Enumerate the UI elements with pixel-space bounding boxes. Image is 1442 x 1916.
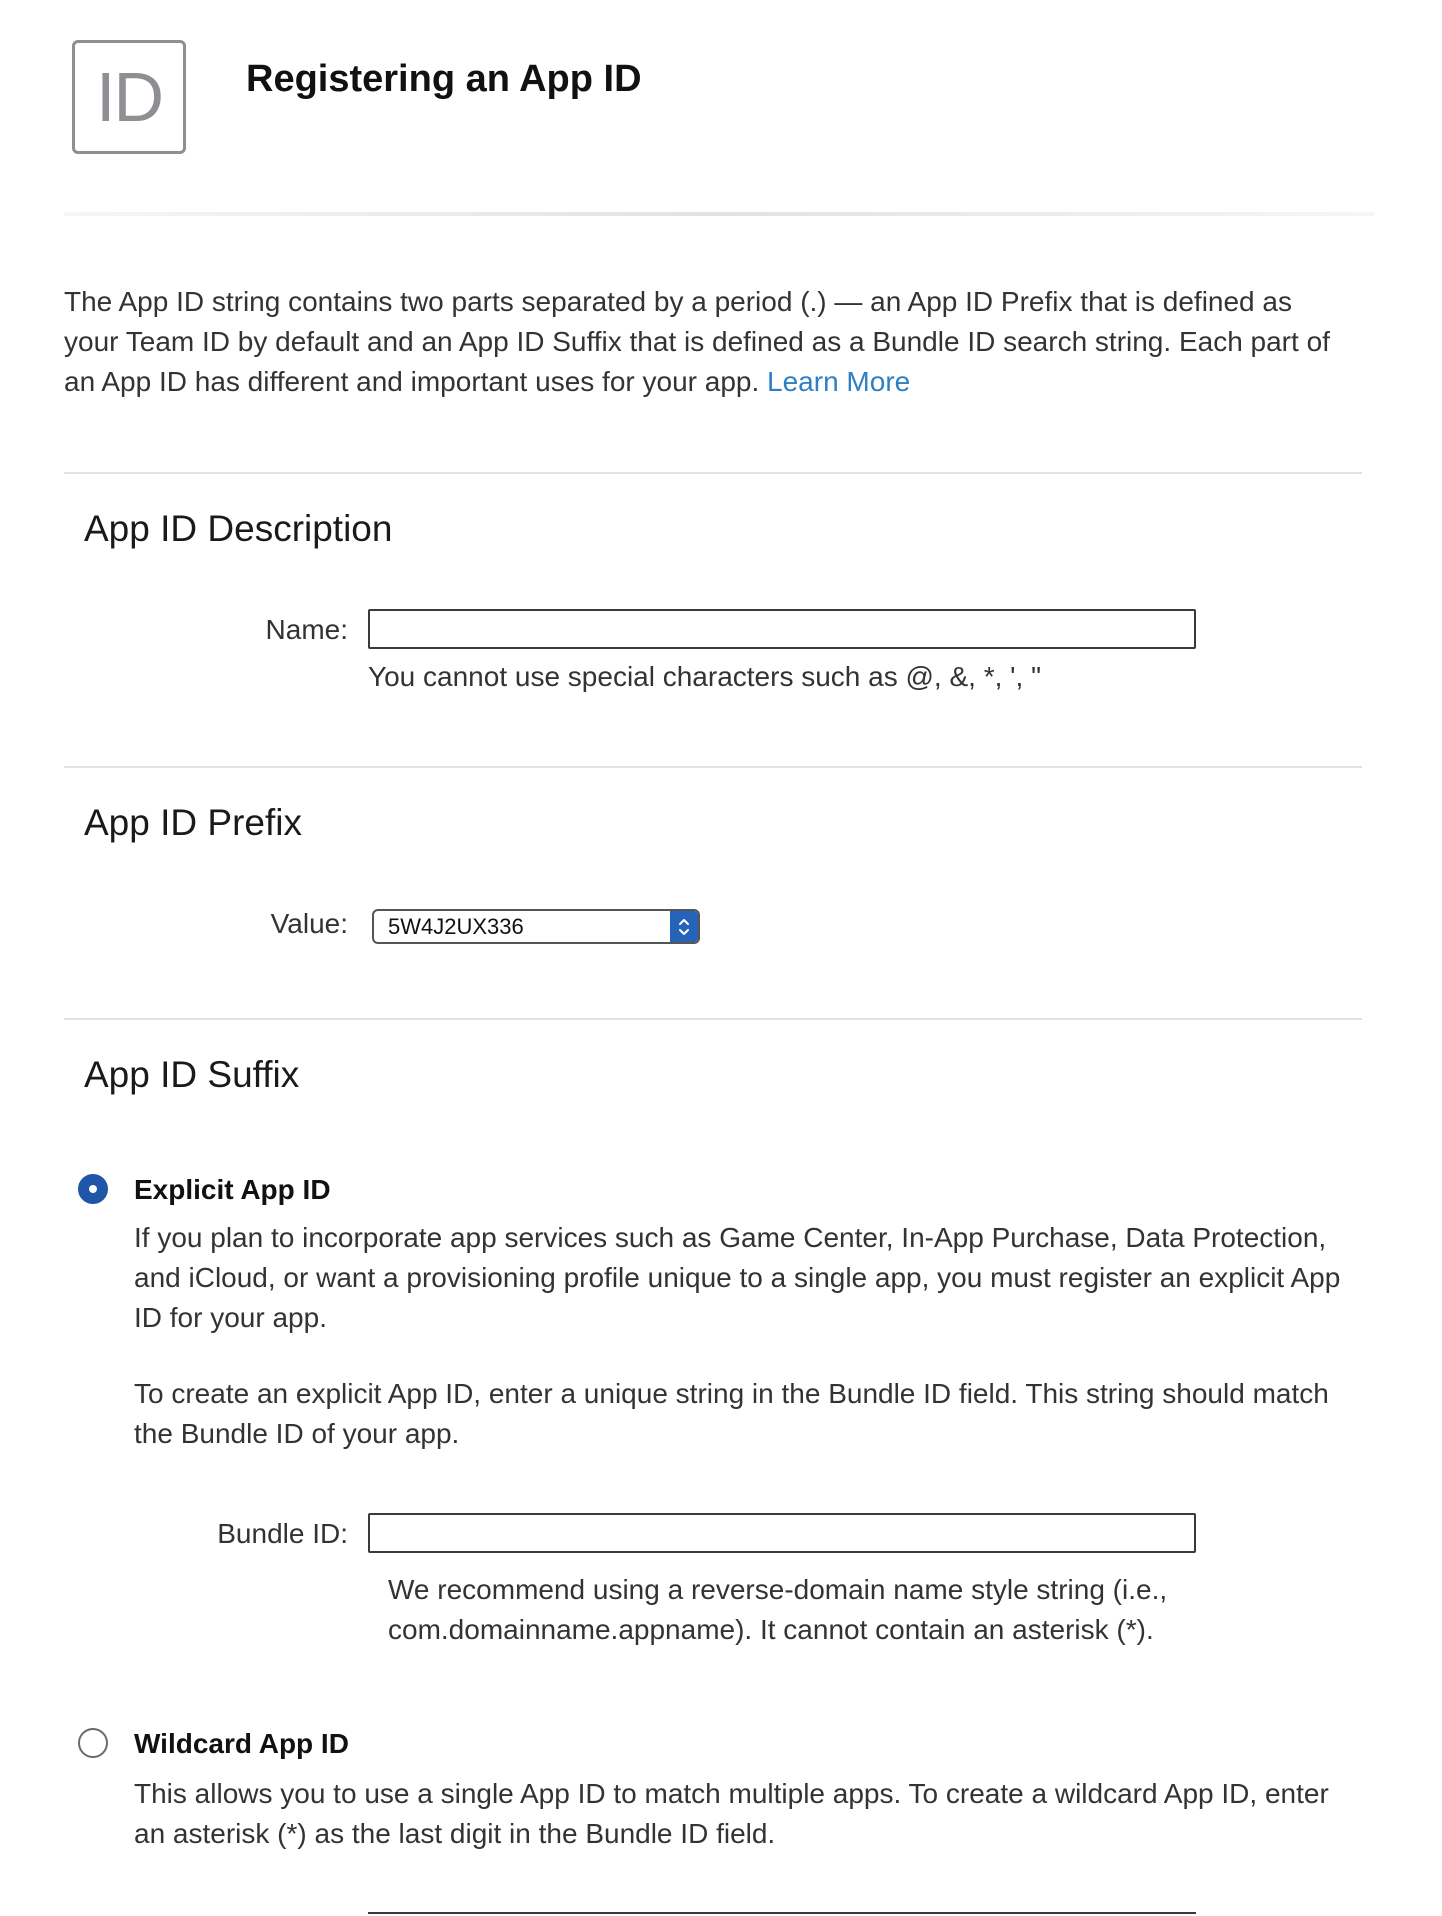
wildcard-app-id-radio[interactable] <box>78 1728 108 1758</box>
suffix-heading: App ID Suffix <box>84 1054 300 1095</box>
prefix-heading: App ID Prefix <box>84 802 302 843</box>
prefix-select-value: 5W4J2UX336 <box>388 913 524 939</box>
wildcard-bundle-id-input[interactable] <box>368 1912 1196 1916</box>
wildcard-app-id-description: This allows you to use a single App ID t… <box>134 1778 1329 1849</box>
explicit-app-id-instructions: To create an explicit App ID, enter a un… <box>134 1378 1329 1449</box>
prefix-select[interactable]: 5W4J2UX336 <box>372 909 700 944</box>
intro-paragraph: The App ID string contains two parts sep… <box>64 282 1354 402</box>
radio-dot <box>89 1185 97 1193</box>
name-hint: You cannot use special characters such a… <box>368 661 1042 692</box>
explicit-app-id-title: Explicit App ID <box>134 1174 331 1205</box>
name-label: Name: <box>265 614 348 645</box>
learn-more-link[interactable]: Learn More <box>767 366 910 397</box>
header-divider <box>64 212 1374 216</box>
bundle-id-hint: We recommend using a reverse-domain name… <box>388 1574 1168 1645</box>
description-heading: App ID Description <box>84 508 393 549</box>
section-divider <box>64 1018 1362 1020</box>
intro-text: The App ID string contains two parts sep… <box>64 286 1330 397</box>
wildcard-app-id-title: Wildcard App ID <box>134 1728 349 1759</box>
explicit-app-id-radio[interactable] <box>78 1174 108 1204</box>
id-logo-icon: ID <box>72 40 186 154</box>
page-title: Registering an App ID <box>246 58 642 100</box>
explicit-app-id-description: If you plan to incorporate app services … <box>134 1222 1341 1333</box>
value-label: Value: <box>270 908 348 939</box>
section-divider <box>64 472 1362 474</box>
bundle-id-label: Bundle ID: <box>217 1518 348 1549</box>
bundle-id-input[interactable] <box>368 1513 1196 1553</box>
name-input[interactable] <box>368 609 1196 649</box>
section-divider <box>64 766 1362 768</box>
chevron-up-down-icon <box>670 911 698 942</box>
register-app-id-page: ID Registering an App ID The App ID stri… <box>0 0 1442 1916</box>
